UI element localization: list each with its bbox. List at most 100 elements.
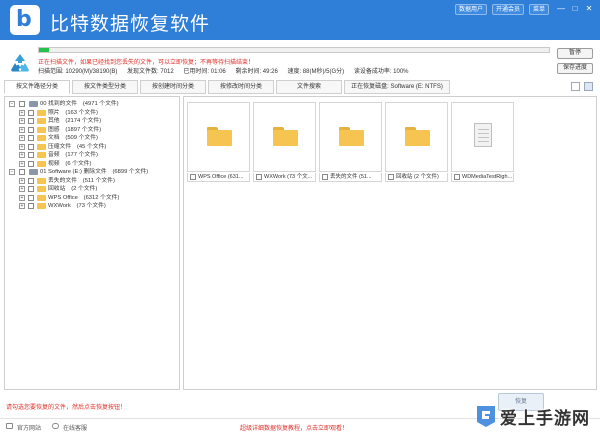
file-thumbnail[interactable] — [187, 102, 250, 172]
expand-icon[interactable]: + — [19, 203, 25, 209]
file-checkbox[interactable] — [256, 174, 262, 180]
tab-file-search[interactable]: 文件搜索 — [276, 80, 342, 94]
data-user-button[interactable]: 数据用户 — [455, 4, 487, 15]
close-icon[interactable]: ✕ — [584, 3, 594, 15]
tab-by-path[interactable]: 按文件路径分类 — [4, 80, 70, 94]
drive-icon — [29, 101, 38, 107]
folder-icon — [37, 177, 46, 184]
tree-node-label: 丢失的文件 (511 个文件) — [48, 177, 115, 184]
file-caption[interactable]: WXWork (73 个文... — [253, 173, 316, 182]
title-bar: b 比特数据恢复软件 数据用户 开通会员 菜单 — □ ✕ — [0, 0, 600, 40]
folder-icon — [37, 143, 46, 150]
expand-icon[interactable]: + — [19, 177, 25, 184]
expand-icon[interactable]: + — [19, 194, 25, 201]
tree-checkbox[interactable] — [28, 109, 34, 116]
file-card[interactable]: WPS Office (631... — [187, 102, 250, 182]
tree-checkbox[interactable] — [19, 101, 25, 107]
tree-node-label: 其他 (2174 个文件) — [48, 118, 102, 124]
tree-node-label: 压缩文件 (45 个文件) — [48, 143, 107, 150]
folder-icon — [207, 127, 232, 146]
file-checkbox[interactable] — [454, 174, 460, 180]
tree-checkbox[interactable] — [28, 186, 34, 192]
minimize-icon[interactable]: — — [556, 3, 566, 15]
expand-icon[interactable]: + — [19, 126, 25, 133]
folder-icon — [339, 127, 364, 146]
scan-range: 扫描范围: 10290(M)/38190(B) — [38, 69, 118, 75]
expand-icon[interactable]: + — [19, 160, 25, 167]
file-card[interactable]: 回收站 (2 个文件) — [385, 102, 448, 182]
file-checkbox[interactable] — [388, 174, 394, 180]
folder-icon — [37, 126, 46, 133]
file-card[interactable]: 丢失的文件 (51... — [319, 102, 382, 182]
expand-icon[interactable]: + — [19, 118, 25, 124]
tab-current-disk[interactable]: 正在恢复磁盘: Software (E: NTFS) — [344, 80, 450, 94]
file-thumbnail[interactable] — [319, 102, 382, 172]
elapsed-time: 已用时间: 01:06 — [183, 69, 226, 75]
file-thumbnail[interactable] — [253, 102, 316, 172]
file-caption[interactable]: 回收站 (2 个文件) — [385, 173, 448, 182]
tree-checkbox[interactable] — [28, 126, 34, 133]
tree-checkbox[interactable] — [28, 135, 34, 141]
watermark-text: 爱上手游网 — [500, 409, 590, 429]
scan-progress-bar — [38, 47, 550, 53]
expand-icon[interactable]: + — [19, 186, 25, 192]
expand-icon[interactable]: + — [19, 109, 25, 116]
tree-node-label: 照片 (163 个文件) — [48, 109, 98, 116]
tutorial-link[interactable]: 超级详细数据恢复教程，点击立即观看！ — [240, 423, 348, 432]
document-icon — [474, 123, 492, 147]
official-website-link[interactable]: 官方网站 — [17, 423, 41, 432]
expand-icon[interactable]: + — [19, 135, 25, 141]
tree-checkbox[interactable] — [28, 203, 34, 209]
file-card[interactable]: WDMediaTestRigh... — [451, 102, 514, 182]
tree-checkbox[interactable] — [19, 169, 25, 175]
scan-speed: 速度: 88(M秒)/5(G分) — [287, 69, 345, 75]
select-files-hint: 请勾选您要恢复的文件，然后点击恢复按钮！ — [6, 405, 127, 411]
found-count: 发现文件数: 7012 — [127, 69, 174, 75]
expand-icon[interactable]: + — [19, 152, 25, 158]
folder-icon — [37, 186, 46, 192]
save-progress-button[interactable]: 保存进度 — [557, 63, 593, 74]
folder-icon — [405, 127, 430, 146]
tree-checkbox[interactable] — [28, 118, 34, 124]
file-checkbox[interactable] — [322, 174, 328, 180]
file-thumbnail[interactable] — [451, 102, 514, 172]
tab-by-modify-time[interactable]: 按修改时间分类 — [208, 80, 274, 94]
tree-node-label: 音频 (177 个文件) — [48, 152, 98, 158]
tab-by-type[interactable]: 按文件类型分类 — [72, 80, 138, 94]
online-support-link[interactable]: 在线客服 — [63, 423, 87, 432]
file-caption[interactable]: 丢失的文件 (51... — [319, 173, 382, 182]
tree-checkbox[interactable] — [28, 143, 34, 150]
scan-stats: 扫描范围: 10290(M)/38190(B) 发现文件数: 7012 已用时间… — [38, 66, 417, 75]
folder-icon — [37, 118, 46, 124]
grid-view-icon[interactable] — [584, 82, 593, 91]
tree-checkbox[interactable] — [28, 160, 34, 167]
collapse-icon[interactable]: − — [9, 101, 15, 107]
tree-node-label: 文档 (509 个文件) — [48, 135, 98, 141]
file-grid: WPS Office (631... WXWork (73 个文... 丢失的文… — [183, 96, 597, 390]
tree-checkbox[interactable] — [28, 194, 34, 201]
scan-progress-fill — [39, 48, 50, 52]
file-caption[interactable]: WDMediaTestRigh... — [451, 173, 514, 182]
folder-icon — [273, 127, 298, 146]
collapse-icon[interactable]: − — [9, 169, 15, 175]
drive-icon — [29, 169, 38, 175]
tree-node-label: 00 找到的文件 (4971 个文件) — [40, 101, 119, 107]
file-checkbox[interactable] — [190, 174, 196, 180]
file-card[interactable]: WXWork (73 个文... — [253, 102, 316, 182]
app-title: 比特数据恢复软件 — [50, 13, 211, 35]
vip-button[interactable]: 开通会员 — [492, 4, 524, 15]
file-thumbnail[interactable] — [385, 102, 448, 172]
expand-icon[interactable]: + — [19, 143, 25, 150]
list-view-icon[interactable] — [571, 82, 580, 91]
folder-icon — [37, 194, 46, 201]
menu-button[interactable]: 菜单 — [529, 4, 549, 15]
tab-by-create-time[interactable]: 按创建时间分类 — [140, 80, 206, 94]
file-caption[interactable]: WPS Office (631... — [187, 173, 250, 182]
tree-checkbox[interactable] — [28, 152, 34, 158]
maximize-icon[interactable]: □ — [570, 3, 580, 15]
tree-node-label: 视频 (6 个文件) — [48, 160, 92, 167]
folder-icon — [37, 135, 46, 141]
tree-checkbox[interactable] — [28, 177, 34, 184]
remaining-time: 剩余时间: 49:26 — [235, 69, 278, 75]
pause-button[interactable]: 暂停 — [557, 48, 593, 59]
